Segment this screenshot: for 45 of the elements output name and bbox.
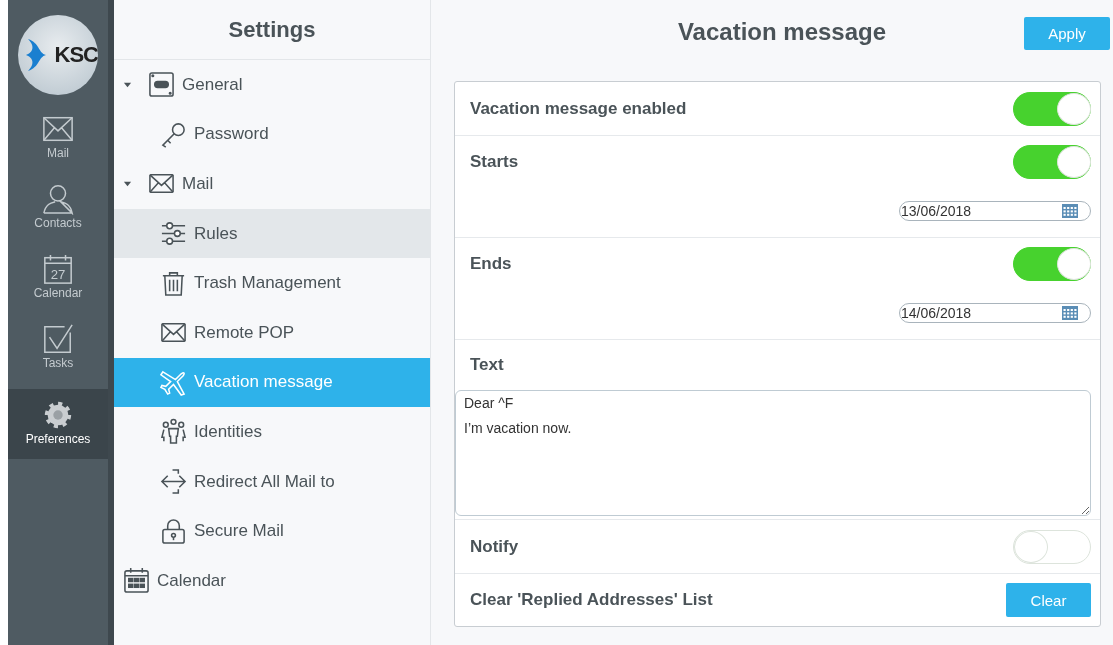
setting-label: Notify <box>470 536 519 557</box>
tree-item[interactable]: Calendar <box>114 555 430 606</box>
setting-label: Clear 'Replied Addresses' List <box>470 590 713 610</box>
setting-label: Starts <box>470 152 519 172</box>
calendar-icon[interactable] <box>1062 306 1078 320</box>
setting-label: Text <box>470 355 504 375</box>
toggle-switch[interactable] <box>1013 91 1091 126</box>
sliders-icon <box>160 220 187 248</box>
nav-item[interactable]: 27 Calendar <box>8 249 108 319</box>
tree-item[interactable]: Identities <box>114 407 430 457</box>
nav-item[interactable]: Contacts <box>8 179 108 249</box>
people-icon <box>160 418 187 446</box>
tree-item[interactable]: Secure Mail <box>114 506 430 556</box>
calendar-icon[interactable] <box>1062 204 1078 218</box>
caret-icon[interactable] <box>123 179 132 189</box>
calendar-icon <box>123 567 150 595</box>
tree-item[interactable]: General <box>114 60 430 110</box>
airplane-icon <box>160 368 187 396</box>
tree-item[interactable]: Trash Management <box>114 258 430 308</box>
toggle-switch[interactable] <box>1013 247 1091 281</box>
setting-label: Ends <box>470 254 512 274</box>
nav-item[interactable]: Mail <box>8 109 108 179</box>
trash-icon <box>160 269 187 297</box>
nav-item[interactable]: Tasks <box>8 319 108 389</box>
person-icon <box>42 183 74 215</box>
tree-item[interactable]: Rules <box>114 208 430 259</box>
toggle-icon <box>148 71 175 99</box>
logo: KSC <box>18 15 98 95</box>
settings-icon <box>42 399 74 431</box>
tree-item[interactable]: Mail <box>114 159 430 209</box>
setting-label: Vacation message enabled <box>470 98 687 119</box>
tree-item[interactable]: Remote POP <box>114 307 430 358</box>
tree-item[interactable]: Password <box>114 109 430 160</box>
nav-item[interactable]: Preferences <box>8 389 108 459</box>
calendar-icon: 27 <box>42 253 74 285</box>
tree-item[interactable]: Redirect All Mail to <box>114 456 430 507</box>
page-title: Vacation message <box>677 17 887 47</box>
lock-icon <box>160 517 187 545</box>
toggle-switch[interactable] <box>1013 145 1091 179</box>
panel-title: Settings <box>114 0 430 60</box>
checkbox-icon <box>42 323 74 355</box>
message-text-field[interactable]: Dear ^F I’m vacation now. <box>455 390 1091 516</box>
caret-icon[interactable] <box>123 80 132 90</box>
arrows-icon <box>160 468 187 496</box>
key-icon <box>160 120 187 148</box>
